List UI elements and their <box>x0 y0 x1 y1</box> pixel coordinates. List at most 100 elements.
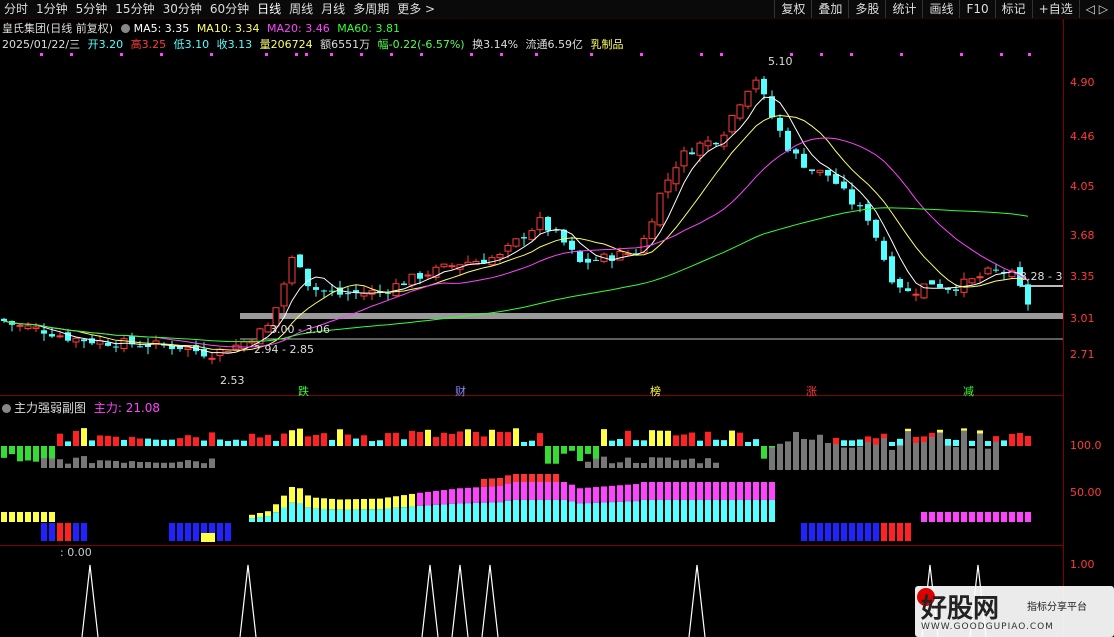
event-marker-list[interactable]: 榜 <box>650 383 661 399</box>
signal-dot <box>590 53 593 56</box>
strength-bar-gray <box>809 439 815 470</box>
strength-bar-gray <box>593 458 599 468</box>
strength-bar-top <box>449 433 455 446</box>
weakness-bar <box>849 523 855 541</box>
strength-bar-top <box>1001 440 1007 446</box>
event-marker-fall[interactable]: 跌 <box>298 383 309 399</box>
strength-bar-gray <box>953 447 959 470</box>
strength-bar-top <box>65 441 71 446</box>
event-marker-finance[interactable]: 财 <box>455 383 466 399</box>
strength-bar-top <box>113 436 119 446</box>
strength-bar-gray <box>209 458 215 468</box>
price-axis-label: 4.90 <box>1070 76 1095 89</box>
strength-bar-top <box>225 441 231 446</box>
nav-arrows-button[interactable]: ◁ ▷ <box>1078 0 1114 18</box>
strength-bar-top <box>953 439 959 446</box>
mainforce-bar-upper <box>465 487 471 504</box>
mainforce-bar-lower <box>497 502 503 522</box>
mainforce-bar-upper <box>449 489 455 504</box>
signal-spike <box>239 564 257 637</box>
strength-bar-gray <box>921 441 927 470</box>
strength-bar-top <box>481 436 487 446</box>
candle-body-down <box>321 290 327 292</box>
strength-bar-gray <box>881 438 887 470</box>
candle-body-down <box>793 149 799 154</box>
mainforce-bar-upper <box>625 484 631 502</box>
mainforce-bar-lower <box>705 500 711 522</box>
strength-bar-top <box>457 431 463 446</box>
strength-bar-gray <box>841 447 847 470</box>
settings-dot-icon[interactable] <box>2 404 11 413</box>
mainforce-bar-upper <box>521 482 527 500</box>
signal-dot <box>210 53 213 56</box>
weakness-bar <box>65 523 71 541</box>
mainforce-bar-lower <box>361 509 367 522</box>
mainforce-bar-lower <box>745 500 751 522</box>
strength-bar-gray <box>713 462 719 468</box>
mainforce-bar-lower <box>625 501 631 522</box>
candle-body-down <box>385 292 391 294</box>
mainforce-bar-lower <box>425 505 431 522</box>
signal-dot <box>360 53 363 56</box>
strength-bar-top <box>649 430 655 446</box>
signal-dot <box>700 53 703 56</box>
mainforce-bar-small <box>993 512 999 522</box>
candle-body-down <box>833 174 839 184</box>
candle-body-up <box>664 179 672 193</box>
strength-bar-top <box>257 437 263 446</box>
strength-bar-gray <box>825 442 831 470</box>
mainforce-bar-lower <box>753 500 759 522</box>
strength-bar-gray <box>97 460 103 468</box>
sub-indicator-title[interactable]: 主力强弱副图 <box>14 401 86 415</box>
candle-body-up <box>56 335 64 338</box>
weakness-bar <box>825 523 831 541</box>
signal-spike <box>688 564 706 637</box>
signal-spike <box>421 564 439 637</box>
strength-bar-top <box>425 429 431 446</box>
strength-bar-gray <box>121 462 127 468</box>
candle-body-down <box>417 273 423 279</box>
mainforce-bar-small <box>937 512 943 522</box>
strength-bar-gray <box>929 436 935 470</box>
price-axis-label: 3.68 <box>1070 229 1095 242</box>
candle-body-up <box>984 267 992 275</box>
candle-body-up <box>32 326 40 329</box>
strength-bar-gray <box>785 441 791 470</box>
weakness-bar <box>57 523 63 541</box>
chart-canvas <box>1 53 1063 637</box>
mainforce-bar-upper <box>729 482 735 500</box>
price-axis-label: 3.01 <box>1070 312 1095 325</box>
mainforce-bar-small <box>953 512 959 522</box>
strength-bar-gray <box>865 442 871 470</box>
mainforce-bar-lower <box>697 500 703 522</box>
candle-body-down <box>857 205 863 207</box>
mainforce-bar-upper <box>313 497 319 509</box>
strength-bar-top <box>89 440 95 446</box>
event-marker-reduce[interactable]: 减 <box>963 383 974 399</box>
signal-dot <box>960 53 963 56</box>
mainforce-bar-lower <box>577 503 583 522</box>
candle-body-down <box>593 259 599 261</box>
candle-body-down <box>545 217 551 231</box>
strength-bar-top <box>105 435 111 446</box>
mainforce-bar-upper <box>457 488 463 504</box>
event-marker-rise[interactable]: 涨 <box>806 383 817 399</box>
band-label-1: 3.00 - 3.06 <box>270 323 330 336</box>
strength-bar-top <box>625 430 631 446</box>
strength-bar-gray <box>665 457 671 468</box>
price-axis-label: 4.05 <box>1070 180 1095 193</box>
mainforce-bar-red <box>505 475 511 484</box>
strength-bar-top <box>161 439 167 446</box>
mainforce-bar-small <box>1001 512 1007 522</box>
weakness-bar <box>881 523 887 541</box>
mainforce-bar-upper <box>753 482 759 500</box>
candle-body-up <box>648 221 656 240</box>
candle-body-up <box>240 341 248 350</box>
mainforce-bar-lower <box>593 502 599 522</box>
candle-body-up <box>448 265 456 268</box>
mainforce-bar-lower <box>473 502 479 522</box>
candle-body-down <box>1025 284 1031 305</box>
weakness-bar <box>809 523 815 541</box>
candle-body-up <box>512 238 520 247</box>
strength-bar-gray <box>129 461 135 468</box>
